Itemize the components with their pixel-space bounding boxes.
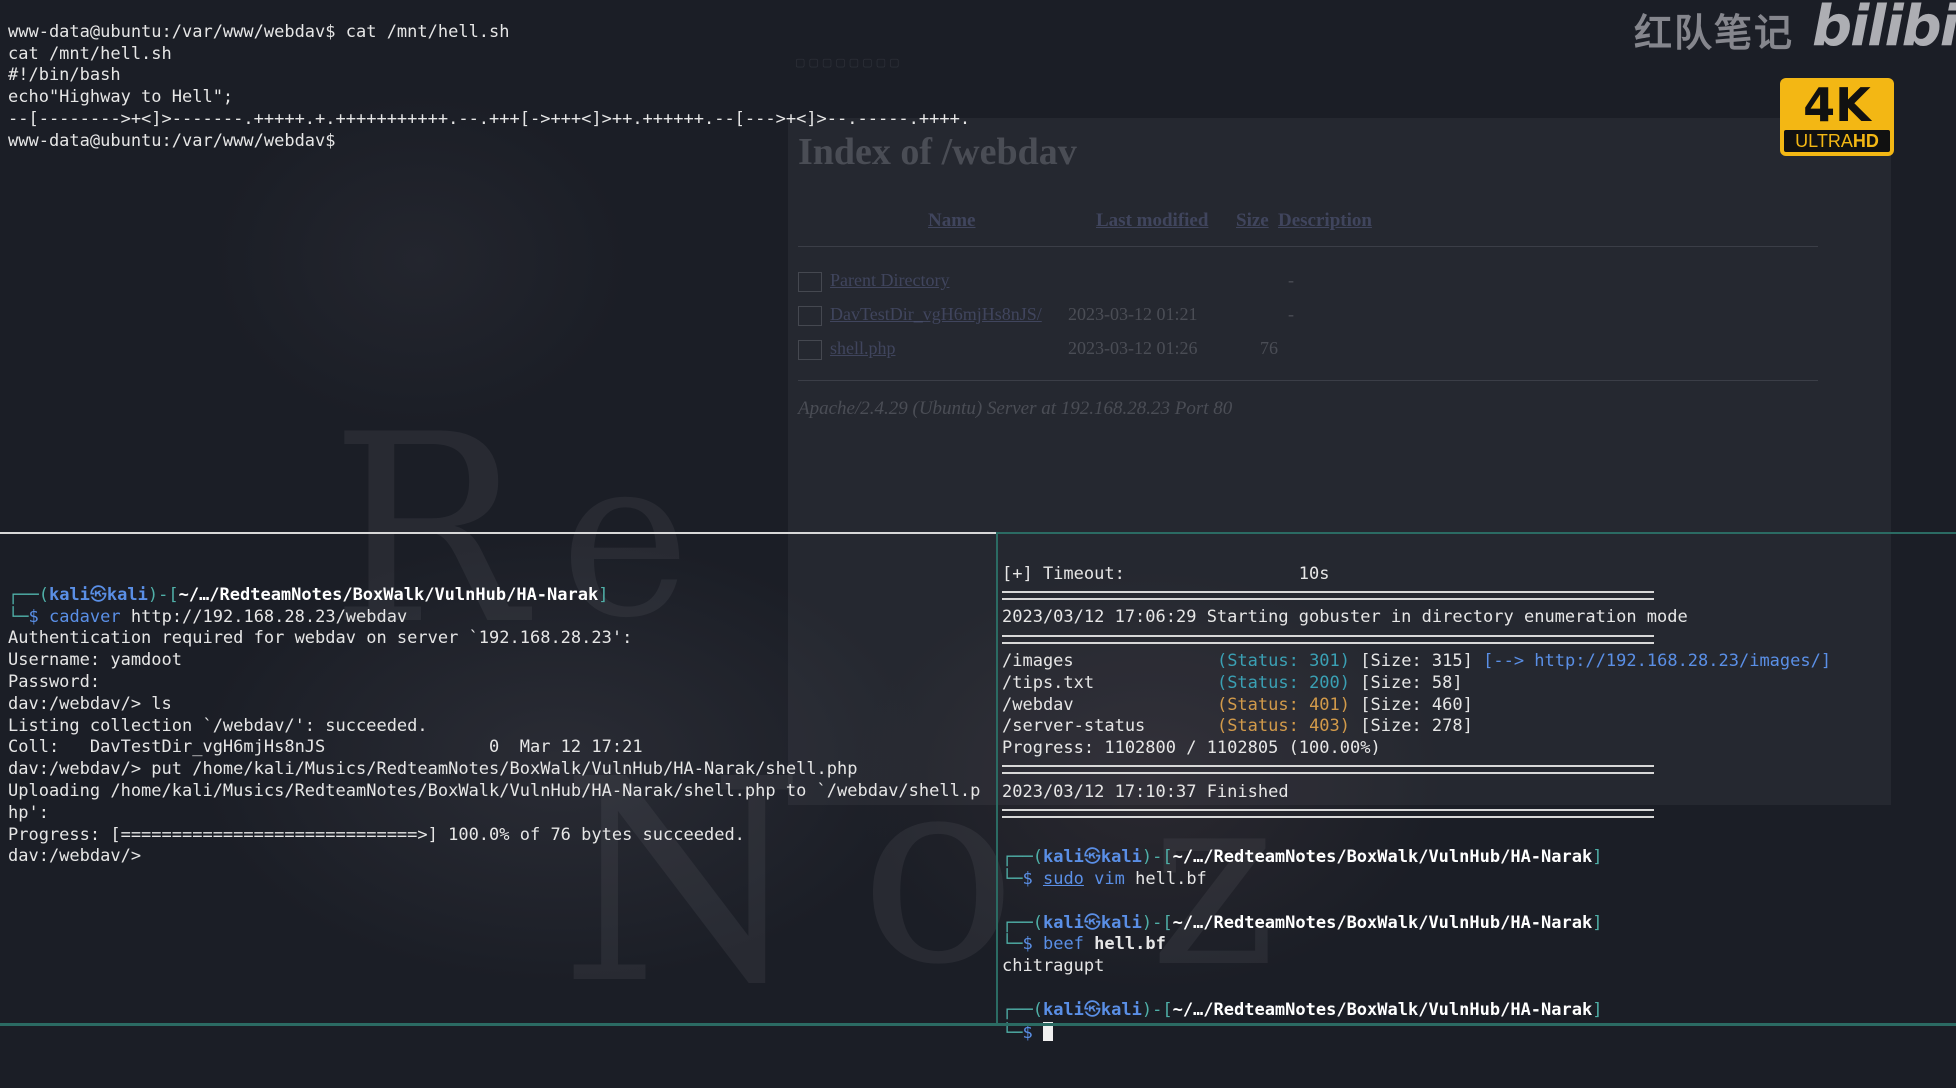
command-output: chitragupt — [1002, 956, 1105, 977]
result-path: /images — [1002, 650, 1156, 671]
terminal-line: 2023/03/12 17:06:29 Starting gobuster in… — [1002, 607, 1688, 628]
prompt-line: ┌──(kali㉿kali)-[~/…/RedteamNotes/BoxWalk… — [1002, 912, 1603, 933]
prompt-line: ┌──(kali㉿kali)-[~/…/RedteamNotes/BoxWalk… — [8, 584, 609, 605]
result-row: /server-status (Status: 403) [Size: 278] — [1002, 716, 1831, 738]
bottom-left-output: ┌──(kali㉿kali)-[~/…/RedteamNotes/BoxWalk… — [8, 563, 980, 912]
terminal-line: [+] Timeout: 10s — [1002, 563, 1330, 584]
prompt-host: kali — [1100, 847, 1142, 868]
command-name: vim — [1094, 868, 1125, 889]
command-line: └─$ cadaver http://192.168.28.23/webdav — [8, 606, 408, 627]
prompt-host: kali — [106, 584, 148, 605]
terminal-line: dav:/webdav/> — [8, 846, 142, 867]
separator-rule — [1002, 804, 1831, 826]
prompt-at-symbol: ㉿ — [1083, 999, 1101, 1020]
brand-watermark: 红队笔记 — [1634, 11, 1795, 55]
prompt-path: ~/…/RedteamNotes/BoxWalk/VulnHub/HA-Nara… — [1172, 912, 1593, 933]
badge-ultrahd-text: ULTRAHD — [1784, 130, 1890, 152]
result-status: (Status: 200) — [1216, 672, 1351, 693]
terminal-line: Username: yamdoot — [8, 650, 182, 671]
prompt-user: kali — [1042, 912, 1084, 933]
result-status: (Status: 301) — [1216, 650, 1351, 671]
result-size: [Size: 315] — [1360, 650, 1473, 671]
terminal-line: dav:/webdav/> ls — [8, 693, 172, 714]
result-size: [Size: 460] — [1360, 694, 1473, 715]
result-row: /webdav (Status: 401) [Size: 460] — [1002, 695, 1831, 717]
top-pane-output: www-data@ubuntu:/var/www/webdav$ cat /mn… — [8, 0, 970, 196]
prompt-path: ~/…/RedteamNotes/BoxWalk/VulnHub/HA-Nara… — [178, 584, 599, 605]
badge-ultra: ULTRA — [1795, 131, 1853, 151]
result-path: /tips.txt — [1002, 672, 1156, 693]
result-size: [Size: 278] — [1360, 716, 1473, 737]
terminal-line: #!/bin/bash — [8, 65, 121, 86]
bilibili-logo: bilibili — [1812, 0, 1956, 59]
separator-rule — [1002, 629, 1831, 651]
command-line: └─$ beef hell.bf — [1002, 934, 1166, 955]
progress-line: Progress: [=============================… — [8, 824, 745, 845]
prompt-path: ~/…/RedteamNotes/BoxWalk/VulnHub/HA-Nara… — [1172, 847, 1593, 868]
terminal-pane-top[interactable]: www-data@ubuntu:/var/www/webdav$ cat /mn… — [0, 0, 1956, 532]
terminal-line: hp': — [8, 802, 49, 823]
prompt-at-symbol: ㉿ — [89, 584, 107, 605]
terminal-line: www-data@ubuntu:/var/www/webdav$ — [8, 130, 336, 151]
terminal-line: Coll: DavTestDir_vgH6mjHs8nJS 0 Mar 12 1… — [8, 737, 643, 758]
prompt-host: kali — [1100, 999, 1142, 1020]
command-args: hell.bf — [1135, 868, 1207, 889]
result-row: /images (Status: 301) [Size: 315] [--> h… — [1002, 651, 1831, 673]
prompt-path: ~/…/RedteamNotes/BoxWalk/VulnHub/HA-Nara… — [1172, 999, 1593, 1020]
result-path: /server-status — [1002, 716, 1156, 737]
terminal-line: echo"Highway to Hell"; — [8, 87, 234, 108]
command-name: cadaver — [48, 606, 121, 627]
command-line: └─$ sudo vim hell.bf — [1002, 868, 1207, 889]
badge-4k-text: 4K — [1803, 78, 1871, 132]
terminal-line: Uploading /home/kali/Musics/RedteamNotes… — [8, 780, 981, 801]
result-size: [Size: 58] — [1360, 672, 1463, 693]
command-args: hell.bf — [1094, 934, 1166, 955]
4k-ultrahd-badge: 4K ULTRAHD — [1780, 78, 1894, 156]
separator-rule — [1002, 586, 1831, 608]
terminal-line: Progress: 1102800 / 1102805 (100.00%) — [1002, 738, 1381, 759]
terminal-line: www-data@ubuntu:/var/www/webdav$ cat /mn… — [8, 21, 510, 42]
command-sudo: sudo — [1042, 868, 1084, 889]
terminal-line: dav:/webdav/> put /home/kali/Musics/Redt… — [8, 759, 858, 780]
result-status: (Status: 403) — [1216, 716, 1351, 737]
result-redirect: [--> http://192.168.28.23/images/] — [1483, 650, 1832, 671]
terminal-line: Authentication required for webdav on se… — [8, 628, 633, 649]
bottom-right-output: [+] Timeout: 10s 2023/03/12 17:06:29 Star… — [1002, 542, 1831, 1088]
terminal-line: cat /mnt/hell.sh — [8, 43, 172, 64]
result-row: /tips.txt (Status: 200) [Size: 58] — [1002, 673, 1831, 695]
command-name: beef — [1042, 934, 1084, 955]
result-path: /webdav — [1002, 694, 1156, 715]
terminal-pane-bottom-right[interactable]: [+] Timeout: 10s 2023/03/12 17:06:29 Star… — [998, 534, 1956, 1043]
prompt-at-symbol: ㉿ — [1083, 912, 1101, 933]
prompt-host: kali — [1100, 912, 1142, 933]
terminal-line: 2023/03/12 17:10:37 Finished — [1002, 781, 1289, 802]
prompt-line: ┌──(kali㉿kali)-[~/…/RedteamNotes/BoxWalk… — [1002, 847, 1603, 868]
terminal-line: Password: — [8, 671, 101, 692]
prompt-user: kali — [1042, 999, 1084, 1020]
command-args: http://192.168.28.23/webdav — [130, 606, 408, 627]
prompt-user: kali — [1042, 847, 1084, 868]
prompt-at-symbol: ㉿ — [1083, 847, 1101, 868]
badge-hd: HD — [1852, 131, 1879, 151]
terminal-line: --[-------->+<]>-------.+++++.+.++++++++… — [8, 108, 971, 129]
terminal-line: Listing collection `/webdav/': succeeded… — [8, 715, 428, 736]
prompt-line: ┌──(kali㉿kali)-[~/…/RedteamNotes/BoxWalk… — [1002, 999, 1603, 1020]
result-status: (Status: 401) — [1216, 694, 1351, 715]
separator-rule — [1002, 760, 1831, 782]
prompt-user: kali — [48, 584, 90, 605]
terminal-pane-bottom-left[interactable]: ┌──(kali㉿kali)-[~/…/RedteamNotes/BoxWalk… — [0, 534, 996, 1023]
